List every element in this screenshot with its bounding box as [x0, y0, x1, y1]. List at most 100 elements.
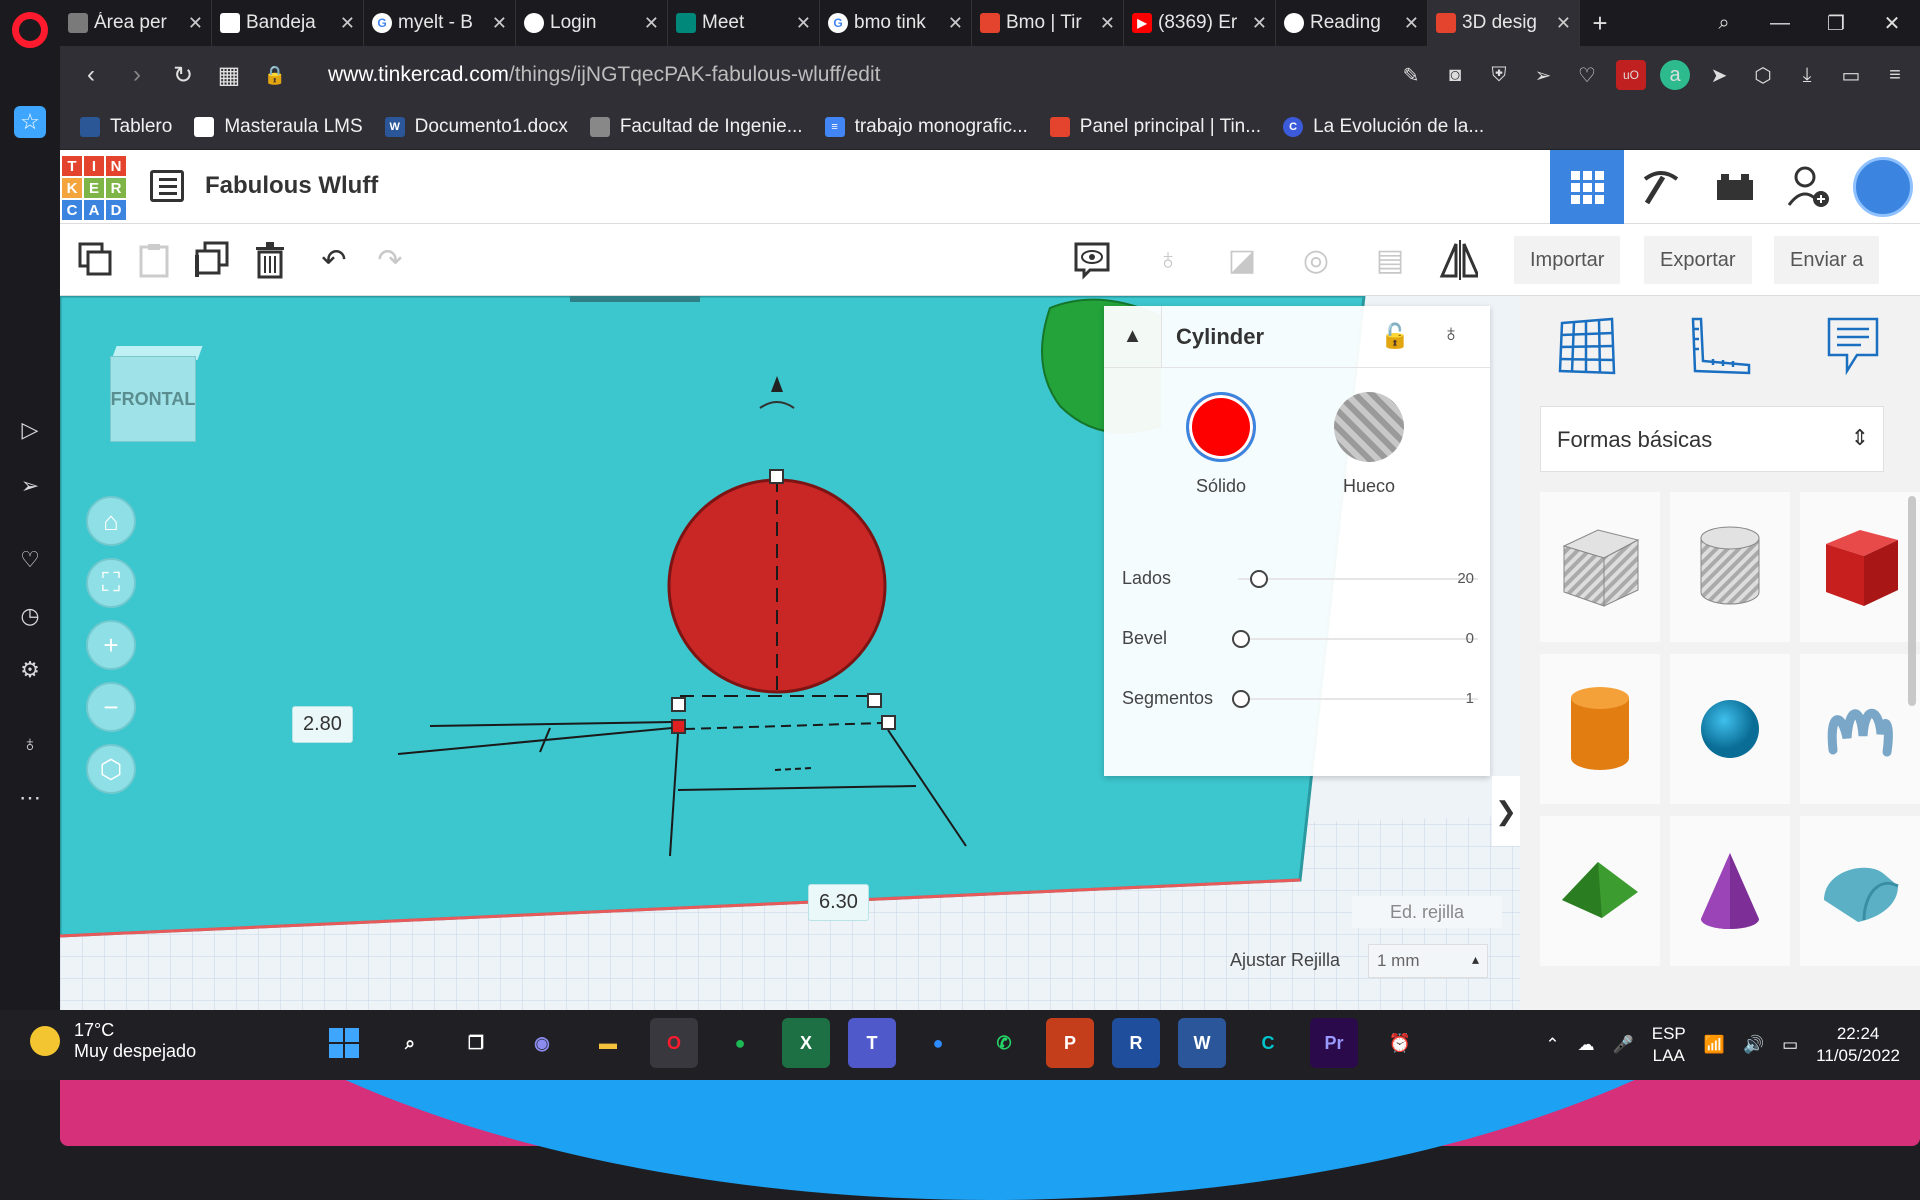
microphone-icon[interactable]: 🎤 — [1613, 1035, 1634, 1055]
shape-box-hole[interactable] — [1540, 492, 1660, 642]
shape-roof[interactable] — [1540, 816, 1660, 966]
bevel-slider[interactable] — [1238, 638, 1478, 640]
align-icon[interactable]: ▤ — [1370, 240, 1410, 280]
redo-icon[interactable]: ↷ — [370, 240, 410, 280]
extension-a-icon[interactable]: a — [1660, 60, 1690, 90]
download-icon[interactable]: ⤓ — [1792, 60, 1822, 90]
tinkercad-logo[interactable]: T I N K E R C A D — [62, 156, 126, 220]
close-icon[interactable]: ✕ — [492, 13, 507, 34]
send-to-button[interactable]: Enviar a — [1774, 236, 1880, 284]
revit-icon[interactable]: R — [1112, 1018, 1160, 1068]
forward-icon[interactable]: › — [114, 52, 160, 98]
browser-tab-active[interactable]: 3D desig ✕ — [1428, 0, 1580, 46]
view-cube-front[interactable]: FRONTAL — [110, 356, 196, 442]
tabs-grid-icon[interactable]: ▦ — [206, 52, 252, 98]
close-icon[interactable]: ✕ — [340, 13, 355, 34]
settings-icon[interactable]: ⚙ — [14, 654, 46, 686]
pickaxe-button[interactable] — [1624, 150, 1698, 224]
snap-grid-select[interactable]: 1 mm — [1368, 944, 1488, 978]
spotify-icon[interactable]: ● — [716, 1018, 764, 1068]
avatar[interactable] — [1846, 150, 1920, 224]
hole-swatch[interactable] — [1334, 392, 1404, 462]
browser-tab[interactable]: Bmo | Tir ✕ — [972, 0, 1124, 46]
sides-slider[interactable] — [1238, 578, 1478, 580]
shape-cylinder[interactable] — [1540, 654, 1660, 804]
shape-scribble[interactable] — [1800, 654, 1920, 804]
workplane-tool[interactable] — [1552, 311, 1622, 381]
close-icon[interactable]: ✕ — [1404, 13, 1419, 34]
whatsapp-icon[interactable]: ✆ — [980, 1018, 1028, 1068]
wifi-icon[interactable]: 📶 — [1704, 1035, 1725, 1055]
alarm-clock-icon[interactable]: ⏰ — [1376, 1018, 1424, 1068]
export-button[interactable]: Exportar — [1644, 236, 1752, 284]
zoom-icon[interactable]: ● — [914, 1018, 962, 1068]
bookmark[interactable]: Masteraula LMS — [194, 116, 363, 138]
back-icon[interactable]: ‹ — [68, 52, 114, 98]
design-list-icon[interactable] — [150, 170, 184, 202]
more-icon[interactable]: ⋯ — [14, 782, 46, 814]
cursor-icon[interactable]: ➤ — [1704, 60, 1734, 90]
file-explorer-icon[interactable]: ▬ — [584, 1018, 632, 1068]
close-icon[interactable]: ✕ — [1100, 13, 1115, 34]
lightbulb-icon[interactable]: ♁ — [1442, 320, 1460, 348]
mirror-icon[interactable] — [1438, 240, 1478, 280]
powerpoint-icon[interactable]: P — [1046, 1018, 1094, 1068]
paste-button[interactable] — [134, 240, 174, 280]
browser-tab[interactable]: Área per ✕ — [60, 0, 212, 46]
ortho-view-icon[interactable]: ⬡ — [86, 744, 136, 794]
heart-icon[interactable]: ♡ — [1572, 60, 1602, 90]
start-icon[interactable] — [320, 1018, 368, 1068]
library-collapse-icon[interactable]: ❯ — [1492, 776, 1520, 846]
shape-sphere[interactable] — [1670, 654, 1790, 804]
search-icon[interactable]: ⌕ — [1696, 0, 1752, 46]
cube-icon[interactable]: ⬡ — [1748, 60, 1778, 90]
shape-cylinder-hole[interactable] — [1670, 492, 1790, 642]
bookmark[interactable]: Tablero — [80, 116, 172, 138]
grid-view-button[interactable] — [1550, 150, 1624, 224]
close-icon[interactable]: ✕ — [1252, 13, 1267, 34]
add-user-button[interactable] — [1772, 150, 1846, 224]
bookmark[interactable]: W Documento1.docx — [384, 116, 568, 138]
lock-icon[interactable]: 🔓 — [1380, 322, 1410, 351]
sides-slider-knob[interactable] — [1250, 570, 1268, 588]
clock[interactable]: 22:24 11/05/2022 — [1816, 1023, 1900, 1067]
edit-icon[interactable]: ✎ — [1396, 60, 1426, 90]
player-icon[interactable]: ▷ — [14, 414, 46, 446]
undo-icon[interactable]: ↶ — [314, 240, 354, 280]
close-icon[interactable]: ✕ — [1556, 13, 1571, 34]
ublock-icon[interactable]: uO — [1616, 60, 1646, 90]
bevel-value[interactable]: 0 — [1466, 630, 1474, 647]
segments-slider-knob[interactable] — [1232, 690, 1250, 708]
send-icon[interactable]: ➢ — [1528, 60, 1558, 90]
opera-logo-icon[interactable] — [12, 12, 48, 48]
speed-dial-icon[interactable]: ☆ — [14, 106, 46, 138]
minimize-icon[interactable]: — — [1752, 0, 1808, 46]
design-title[interactable]: Fabulous Wluff — [205, 172, 378, 200]
cloud-icon[interactable]: ☁ — [1578, 1035, 1595, 1055]
notes-tool[interactable] — [1818, 311, 1888, 381]
segments-value[interactable]: 1 — [1466, 690, 1474, 707]
copy-button[interactable] — [76, 240, 116, 280]
close-icon[interactable]: ✕ — [644, 13, 659, 34]
lightbulb-icon[interactable]: ♁ — [1148, 240, 1188, 280]
task-view-icon[interactable]: ❐ — [452, 1018, 500, 1068]
edit-grid-button[interactable]: Ed. rejilla — [1352, 896, 1502, 928]
reload-icon[interactable]: ↻ — [160, 52, 206, 98]
history-icon[interactable]: ◷ — [14, 600, 46, 632]
shape-category-select[interactable]: Formas básicas — [1540, 406, 1884, 472]
notes-visibility-button[interactable] — [1072, 240, 1112, 280]
shield-icon[interactable]: ⛨ — [1484, 60, 1514, 90]
speaker-icon[interactable]: 🔊 — [1743, 1035, 1764, 1055]
url-field[interactable]: www.tinkercad.com/things/ijNGTqecPAK-fab… — [328, 63, 880, 87]
chat-icon[interactable]: ◉ — [518, 1018, 566, 1068]
restore-icon[interactable]: ❐ — [1808, 0, 1864, 46]
canva-icon[interactable]: C — [1244, 1018, 1292, 1068]
send-icon[interactable]: ➢ — [14, 470, 46, 502]
shape-round-roof[interactable] — [1800, 816, 1920, 966]
close-window-icon[interactable]: ✕ — [1864, 0, 1920, 46]
view-cube[interactable]: FRONTAL — [110, 346, 203, 446]
menu-icon[interactable]: ≡ — [1880, 60, 1910, 90]
browser-tab[interactable]: Meet ✕ — [668, 0, 820, 46]
sides-value[interactable]: 20 — [1457, 570, 1474, 587]
language-indicator[interactable]: ESP LAA — [1652, 1023, 1686, 1067]
